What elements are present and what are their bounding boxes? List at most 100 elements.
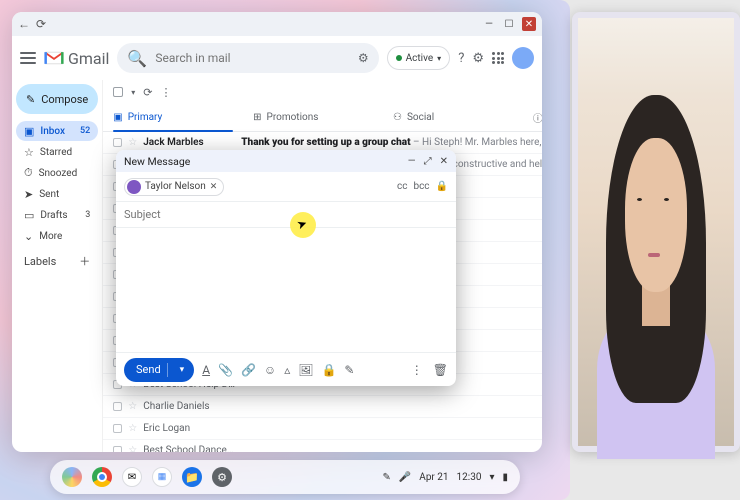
sidebar-item-drafts[interactable]: ▭Drafts3 [16,205,98,225]
message-row[interactable]: ☆ Eric Logan [103,418,542,440]
gmail-sidebar: ✎ Compose ▣ Inbox 52 ☆Starred ⏱Snoozed ➤… [12,80,102,452]
minimize-icon[interactable]: — [408,156,416,167]
remove-recipient-icon[interactable]: ✕ [210,182,218,192]
lock-icon[interactable]: 🔒 [436,181,448,192]
star-icon[interactable]: ☆ [128,401,137,412]
subject-input[interactable] [124,208,448,221]
discard-icon[interactable]: 🗑 [433,363,448,377]
star-icon: ☆ [24,146,34,159]
add-label-icon[interactable]: ＋ [79,253,90,269]
settings-shelf-icon[interactable]: ⚙ [212,467,232,487]
more-options-icon[interactable]: ⋮ [411,363,423,377]
desktop-wallpaper: ← ⟳ — ☐ ✕ Gmail 🔍 ⚙ [0,0,570,500]
draft-icon: ▭ [24,209,34,222]
sender-name: Eric Logan [143,423,235,434]
image-icon[interactable]: 🖼 [298,363,313,377]
compose-body[interactable] [116,228,456,352]
status-chip[interactable]: Active ▾ [387,46,451,70]
recipient-chip[interactable]: Taylor Nelson ✕ [124,178,224,196]
sender-name: Charlie Daniels [143,401,235,412]
settings-icon[interactable]: ⚙ [472,51,484,66]
gmail-logo[interactable]: Gmail [44,49,109,68]
help-icon[interactable]: ? [458,51,464,66]
chrome-icon[interactable] [92,467,112,487]
status-tray[interactable]: ✎ 🎤 Apr 21 12:30 ▾ ▮ [382,472,508,483]
back-icon[interactable]: ← [18,17,30,31]
sidebar-item-more[interactable]: ⌄More [16,226,98,246]
gmail-icon [44,50,64,66]
star-icon[interactable]: ☆ [128,423,137,434]
compose-title: New Message [124,155,190,168]
status-label: Active [406,53,434,64]
sender-name: Best School Dance Troupe [143,445,235,452]
gemini-icon[interactable] [62,467,82,487]
tab-updates[interactable]: ⓘUpdates [523,104,542,131]
account-avatar[interactable] [512,47,534,69]
bcc-button[interactable]: bcc [413,181,429,192]
stylus-icon[interactable]: ✎ [382,472,390,483]
sender-name: Jack Marbles [143,137,235,148]
send-button[interactable]: Send ▾ [124,358,194,382]
wifi-icon: ▾ [489,472,494,483]
compose-header[interactable]: New Message — ⤢ ✕ [116,150,456,172]
message-row[interactable]: ☆ Charlie Daniels [103,396,542,418]
format-icon[interactable]: A [202,363,210,377]
window-titlebar: ← ⟳ — ☐ ✕ [12,12,542,36]
star-icon[interactable]: ☆ [128,445,137,452]
compose-button[interactable]: ✎ Compose [16,84,98,114]
inbox-tabs: ▣Primary ⊞Promotions ⚇Social ⓘUpdates [103,104,542,132]
row-checkbox[interactable] [113,424,122,433]
confidential-icon[interactable]: 🔒 [321,363,336,377]
send-more-icon[interactable]: ▾ [174,365,191,375]
tab-social[interactable]: ⚇Social [383,104,523,131]
hamburger-icon[interactable] [20,50,36,66]
link-icon[interactable]: 🔗 [241,363,256,377]
files-icon[interactable]: 📁 [182,467,202,487]
gmail-shelf-icon[interactable]: ✉ [122,467,142,487]
minimize-button[interactable]: — [482,17,496,31]
attach-icon[interactable]: 📎 [218,363,233,377]
compose-label: Compose [41,93,88,106]
sidebar-item-sent[interactable]: ➤Sent [16,184,98,204]
refresh-icon[interactable]: ⟳ [143,86,152,99]
signature-icon[interactable]: ✎ [344,363,354,377]
battery-icon: ▮ [502,472,508,483]
presenter-portrait [578,18,734,446]
list-toolbar: ▾ ⟳ ⋮ [103,80,542,104]
calendar-shelf-icon[interactable]: ▦ [152,467,172,487]
search-bar[interactable]: 🔍 ⚙ [117,43,378,73]
cc-button[interactable]: cc [397,181,407,192]
star-icon[interactable]: ☆ [128,137,137,148]
chevron-down-icon: ⌄ [24,230,33,243]
sidebar-item-inbox[interactable]: ▣ Inbox 52 [16,121,98,141]
pencil-icon: ✎ [26,93,35,106]
inbox-icon: ▣ [113,112,122,123]
row-checkbox[interactable] [113,138,122,147]
select-all-checkbox[interactable] [113,87,123,97]
sidebar-item-starred[interactable]: ☆Starred [16,142,98,162]
tab-primary[interactable]: ▣Primary [103,104,243,131]
mic-icon[interactable]: 🎤 [399,472,411,483]
reload-icon[interactable]: ⟳ [36,17,46,31]
search-filter-icon[interactable]: ⚙ [358,51,369,65]
expand-icon[interactable]: ⤢ [424,156,432,167]
row-checkbox[interactable] [113,402,122,411]
recipient-name: Taylor Nelson [145,181,206,192]
drive-icon[interactable]: ▵ [284,363,290,377]
search-input[interactable] [155,51,350,65]
message-row[interactable]: ☆ Best School Dance Troupe [103,440,542,452]
tab-promotions[interactable]: ⊞Promotions [243,104,383,131]
maximize-button[interactable]: ☐ [502,17,516,31]
close-button[interactable]: ✕ [522,17,536,31]
emoji-icon[interactable]: ☺ [264,363,276,377]
subject-row[interactable] [116,202,456,228]
compose-dialog: New Message — ⤢ ✕ Taylor Nelson ✕ cc bcc… [116,150,456,386]
cursor-highlight: ➤ [290,212,316,238]
sidebar-item-snoozed[interactable]: ⏱Snoozed [16,163,98,183]
apps-grid-icon[interactable] [492,52,504,64]
recipients-row[interactable]: Taylor Nelson ✕ cc bcc 🔒 [116,172,456,202]
close-icon[interactable]: ✕ [440,156,448,167]
row-checkbox[interactable] [113,446,122,452]
more-icon[interactable]: ⋮ [161,86,172,99]
chevron-down-icon[interactable]: ▾ [131,88,135,97]
